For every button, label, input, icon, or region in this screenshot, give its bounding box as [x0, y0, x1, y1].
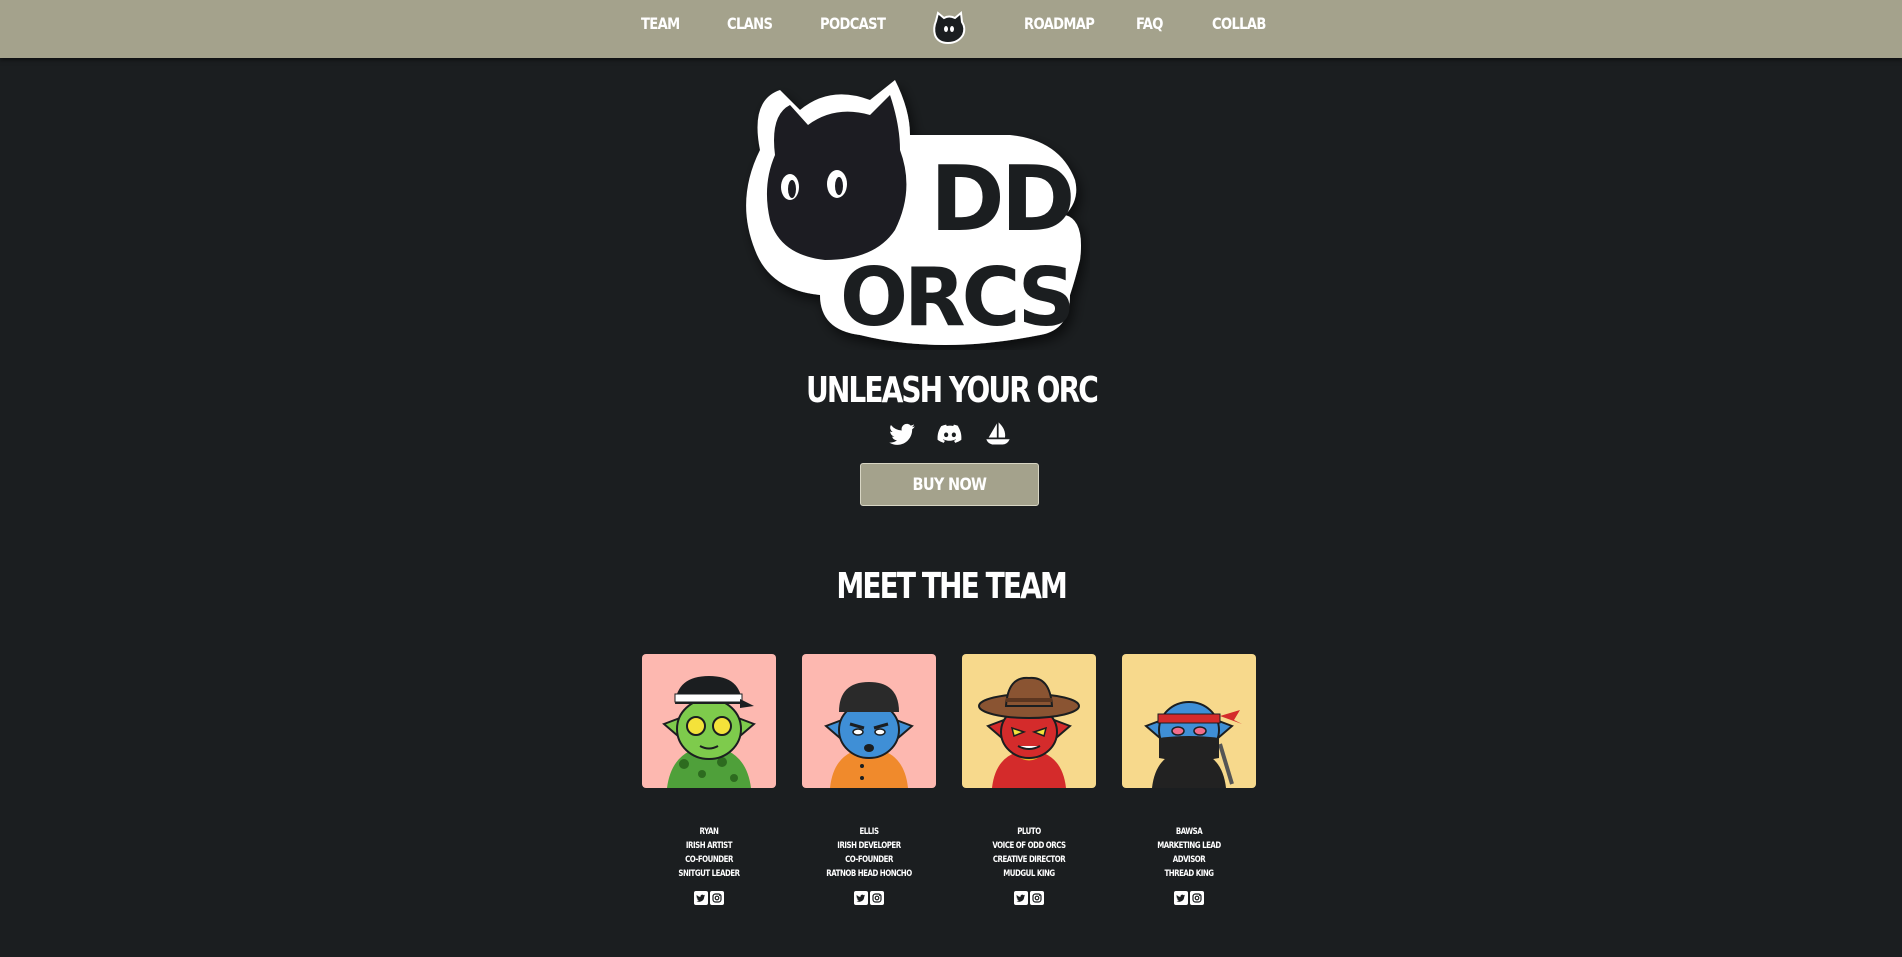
member-name: BAWSA: [1175, 827, 1203, 837]
member-role: CREATIVE DIRECTOR: [992, 855, 1066, 865]
team-heading: MEET THE TEAM: [836, 566, 1067, 607]
twitter-square-icon[interactable]: [1174, 891, 1188, 905]
member-role: IRISH DEVELOPER: [837, 841, 901, 851]
member-role: CO-FOUNDER: [845, 855, 893, 865]
discord-icon[interactable]: [936, 420, 964, 448]
member-role: MUDGUL KING: [1003, 869, 1055, 879]
member-role: RATNOB HEAD HONCHO: [826, 869, 912, 879]
team-member-card: RYAN IRISH ARTIST CO-FOUNDER SNITGUT LEA…: [642, 654, 776, 905]
member-social-links: [1122, 891, 1256, 905]
twitter-square-icon[interactable]: [854, 891, 868, 905]
hero-tagline: UNLEASH YOUR ORC: [805, 370, 1099, 411]
twitter-square-icon[interactable]: [1014, 891, 1028, 905]
member-details: BAWSA MARKETING LEAD ADVISOR THREAD KING: [1122, 825, 1256, 881]
member-details: RYAN IRISH ARTIST CO-FOUNDER SNITGUT LEA…: [642, 825, 776, 881]
member-social-links: [642, 891, 776, 905]
member-role: VOICE OF ODD ORCS: [992, 841, 1066, 851]
orc-head-icon[interactable]: [930, 9, 968, 47]
odd-orcs-logo: DD ORCS: [746, 80, 1081, 345]
nav-link-roadmap[interactable]: ROADMAP: [1024, 14, 1095, 33]
opensea-icon[interactable]: [984, 420, 1012, 448]
member-role: CO-FOUNDER: [685, 855, 733, 865]
buy-now-button[interactable]: BUY NOW: [860, 463, 1039, 506]
top-navbar: TEAM CLANS PODCAST ROADMAP FAQ COLLAB: [0, 0, 1902, 58]
member-role: MARKETING LEAD: [1157, 841, 1221, 851]
member-role: THREAD KING: [1164, 869, 1214, 879]
member-portrait: [802, 654, 936, 788]
member-name: RYAN: [699, 827, 719, 837]
member-social-links: [802, 891, 936, 905]
member-details: PLUTO VOICE OF ODD ORCS CREATIVE DIRECTO…: [962, 825, 1096, 881]
logo-text-dd: DD: [930, 147, 1071, 252]
member-name: PLUTO: [1017, 827, 1041, 837]
member-details: ELLIS IRISH DEVELOPER CO-FOUNDER RATNOB …: [802, 825, 936, 881]
instagram-icon[interactable]: [710, 891, 724, 905]
twitter-icon[interactable]: [888, 420, 916, 448]
nav-link-team[interactable]: TEAM: [641, 14, 680, 33]
member-role: ADVISOR: [1172, 855, 1206, 865]
logo-text-orcs: ORCS: [840, 251, 1071, 344]
member-portrait: [1122, 654, 1256, 788]
nav-link-faq[interactable]: FAQ: [1136, 14, 1163, 33]
nav-link-collab[interactable]: COLLAB: [1212, 14, 1266, 33]
member-name: ELLIS: [859, 827, 879, 837]
team-member-card: ELLIS IRISH DEVELOPER CO-FOUNDER RATNOB …: [802, 654, 936, 905]
member-role: IRISH ARTIST: [685, 841, 733, 851]
team-member-card: BAWSA MARKETING LEAD ADVISOR THREAD KING: [1122, 654, 1256, 905]
nav-link-clans[interactable]: CLANS: [727, 14, 773, 33]
social-links: [888, 420, 1012, 448]
member-social-links: [962, 891, 1096, 905]
member-role: SNITGUT LEADER: [678, 869, 740, 879]
nav-link-podcast[interactable]: PODCAST: [820, 14, 886, 33]
member-portrait: [642, 654, 776, 788]
instagram-icon[interactable]: [1030, 891, 1044, 905]
member-portrait: [962, 654, 1096, 788]
instagram-icon[interactable]: [870, 891, 884, 905]
twitter-square-icon[interactable]: [694, 891, 708, 905]
team-member-card: PLUTO VOICE OF ODD ORCS CREATIVE DIRECTO…: [962, 654, 1096, 905]
instagram-icon[interactable]: [1190, 891, 1204, 905]
